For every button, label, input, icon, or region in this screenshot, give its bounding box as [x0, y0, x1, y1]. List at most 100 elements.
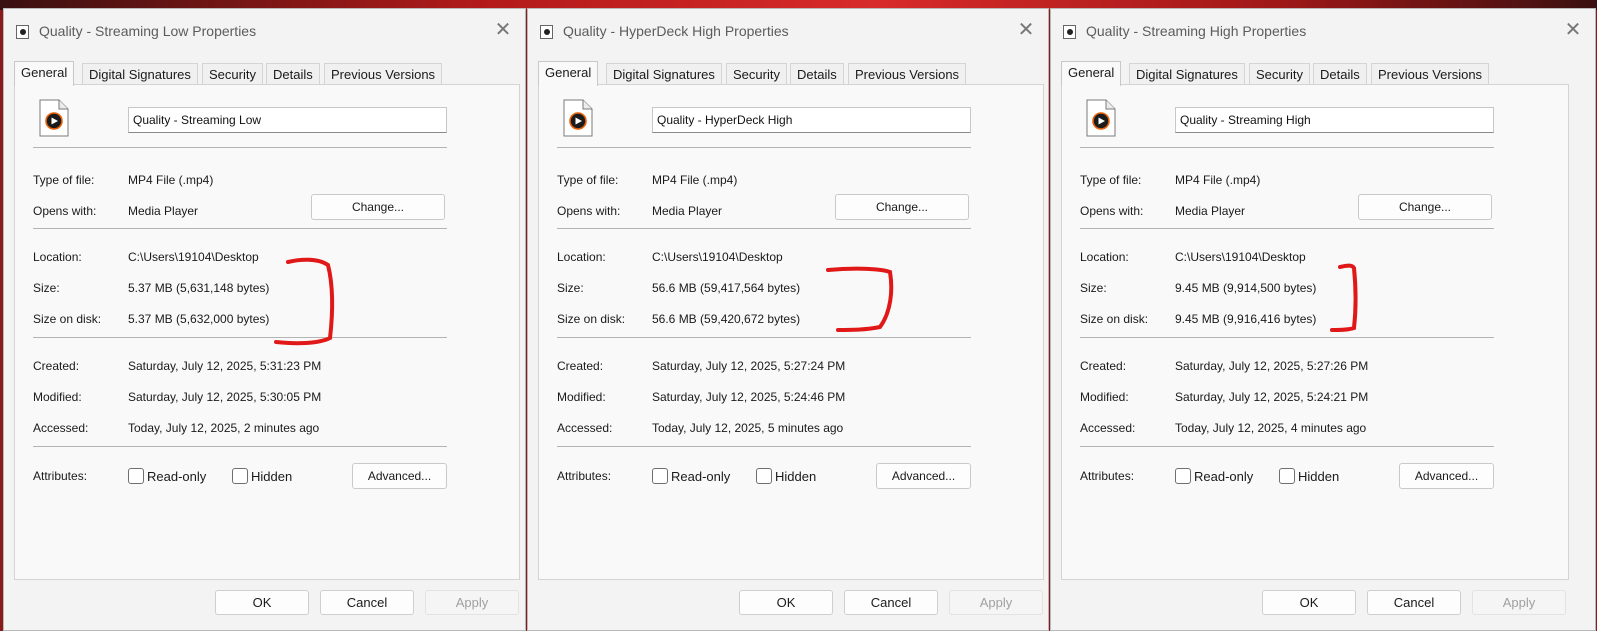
tab-digital-signatures[interactable]: Digital Signatures	[606, 63, 722, 85]
close-icon: ✕	[1564, 19, 1582, 41]
location-value: C:\Users\19104\Desktop	[128, 250, 259, 264]
divider	[33, 228, 447, 229]
close-button[interactable]: ✕	[1561, 19, 1585, 43]
tab-security[interactable]: Security	[202, 63, 263, 85]
opens-with-label: Opens with:	[1080, 204, 1144, 218]
ok-button[interactable]: OK	[1262, 590, 1356, 615]
modified-label: Modified:	[557, 390, 606, 404]
accessed-value: Today, July 12, 2025, 4 minutes ago	[1175, 421, 1367, 435]
tab-details[interactable]: Details	[266, 63, 320, 85]
size-on-disk-value: 5.37 MB (5,632,000 bytes)	[128, 312, 270, 326]
created-label: Created:	[33, 359, 80, 373]
file-name-input[interactable]	[1175, 107, 1494, 133]
checkbox-box[interactable]	[232, 468, 248, 484]
advanced-button[interactable]: Advanced...	[876, 463, 971, 489]
tab-general[interactable]: General	[14, 61, 75, 86]
type-of-file-value: MP4 File (.mp4)	[652, 173, 738, 187]
checkbox-box[interactable]	[652, 468, 668, 484]
advanced-button[interactable]: Advanced...	[1399, 463, 1494, 489]
read-only-label: Read-only	[147, 469, 207, 484]
checkbox-box[interactable]	[128, 468, 144, 484]
title-bar[interactable]: Quality - Streaming Low Properties ✕	[4, 9, 525, 51]
divider	[557, 228, 971, 229]
general-panel: Type of file: MP4 File (.mp4) Opens with…	[1061, 84, 1569, 580]
apply-button[interactable]: Apply	[949, 590, 1043, 615]
ok-button[interactable]: OK	[739, 590, 833, 615]
media-file-icon	[1063, 25, 1076, 39]
accessed-label: Accessed:	[33, 421, 89, 435]
tab-digital-signatures[interactable]: Digital Signatures	[1129, 63, 1245, 85]
divider	[1080, 147, 1494, 148]
divider	[1080, 446, 1494, 447]
divider	[33, 446, 447, 447]
created-label: Created:	[1080, 359, 1127, 373]
cancel-button[interactable]: Cancel	[320, 590, 414, 615]
tab-previous-versions[interactable]: Previous Versions	[848, 63, 967, 85]
ok-button[interactable]: OK	[215, 590, 309, 615]
read-only-checkbox[interactable]: Read-only	[652, 468, 730, 484]
tab-security[interactable]: Security	[726, 63, 787, 85]
type-of-file-label: Type of file:	[33, 173, 95, 187]
apply-button[interactable]: Apply	[425, 590, 519, 615]
file-name-input[interactable]	[652, 107, 971, 133]
tab-details[interactable]: Details	[790, 63, 844, 85]
apply-button[interactable]: Apply	[1472, 590, 1566, 615]
size-value: 56.6 MB (59,417,564 bytes)	[652, 281, 801, 295]
size-on-disk-value: 56.6 MB (59,420,672 bytes)	[652, 312, 801, 326]
accessed-label: Accessed:	[1080, 421, 1136, 435]
change-button[interactable]: Change...	[1358, 194, 1492, 220]
tab-digital-signatures[interactable]: Digital Signatures	[82, 63, 198, 85]
hidden-checkbox[interactable]: Hidden	[1279, 468, 1339, 484]
general-panel: Type of file: MP4 File (.mp4) Opens with…	[538, 84, 1044, 580]
size-on-disk-value: 9.45 MB (9,916,416 bytes)	[1175, 312, 1317, 326]
media-file-icon	[16, 25, 29, 39]
properties-dialogs: Quality - Streaming Low Properties ✕ Gen…	[0, 8, 1597, 631]
type-of-file-label: Type of file:	[1080, 173, 1142, 187]
change-button[interactable]: Change...	[835, 194, 969, 220]
created-value: Saturday, July 12, 2025, 5:27:26 PM	[1175, 359, 1369, 373]
divider	[1080, 337, 1494, 338]
read-only-checkbox[interactable]: Read-only	[1175, 468, 1253, 484]
dialog-title: Quality - Streaming High Properties	[1086, 23, 1307, 39]
size-value: 5.37 MB (5,631,148 bytes)	[128, 281, 270, 295]
hidden-checkbox[interactable]: Hidden	[756, 468, 816, 484]
mp4-file-icon	[563, 99, 593, 137]
tab-general[interactable]: General	[538, 61, 599, 86]
mp4-file-icon	[39, 99, 69, 137]
type-of-file-value: MP4 File (.mp4)	[128, 173, 214, 187]
close-icon: ✕	[1017, 19, 1035, 41]
opens-with-value: Media Player	[652, 204, 723, 218]
cancel-button[interactable]: Cancel	[1367, 590, 1461, 615]
tab-security[interactable]: Security	[1249, 63, 1310, 85]
close-button[interactable]: ✕	[491, 19, 515, 43]
close-button[interactable]: ✕	[1014, 19, 1038, 43]
location-label: Location:	[1080, 250, 1129, 264]
tab-general[interactable]: General	[1061, 61, 1122, 86]
divider	[33, 337, 447, 338]
type-of-file-value: MP4 File (.mp4)	[1175, 173, 1261, 187]
title-bar[interactable]: Quality - Streaming High Properties ✕	[1051, 9, 1595, 51]
cancel-button[interactable]: Cancel	[844, 590, 938, 615]
divider	[1080, 228, 1494, 229]
advanced-button[interactable]: Advanced...	[352, 463, 447, 489]
read-only-checkbox[interactable]: Read-only	[128, 468, 206, 484]
attributes-label: Attributes:	[557, 469, 612, 483]
properties-dialog-1: Quality - Streaming Low Properties ✕ Gen…	[3, 8, 526, 631]
opens-with-value: Media Player	[1175, 204, 1246, 218]
tab-previous-versions[interactable]: Previous Versions	[1371, 63, 1490, 85]
checkbox-box[interactable]	[1279, 468, 1295, 484]
hidden-label: Hidden	[251, 469, 293, 484]
hidden-label: Hidden	[775, 469, 817, 484]
file-name-input[interactable]	[128, 107, 447, 133]
divider	[557, 446, 971, 447]
title-bar[interactable]: Quality - HyperDeck High Properties ✕	[528, 9, 1048, 51]
checkbox-box[interactable]	[756, 468, 772, 484]
checkbox-box[interactable]	[1175, 468, 1191, 484]
hidden-checkbox[interactable]: Hidden	[232, 468, 292, 484]
change-button[interactable]: Change...	[311, 194, 445, 220]
mp4-file-icon	[1086, 99, 1116, 137]
general-panel: Type of file: MP4 File (.mp4) Opens with…	[14, 84, 520, 580]
created-value: Saturday, July 12, 2025, 5:31:23 PM	[128, 359, 322, 373]
tab-previous-versions[interactable]: Previous Versions	[324, 63, 443, 85]
tab-details[interactable]: Details	[1313, 63, 1367, 85]
